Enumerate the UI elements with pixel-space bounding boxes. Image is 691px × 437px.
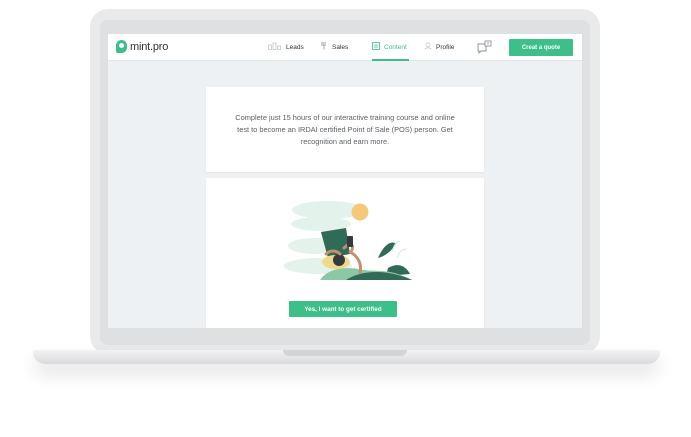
active-tab-indicator — [372, 59, 409, 61]
nav-label-content: Content — [384, 43, 407, 51]
logo-text: mint.pro — [130, 40, 169, 53]
logo[interactable]: mint.pro — [116, 40, 168, 53]
info-text: Complete just 15 hours of our interactiv… — [235, 112, 455, 146]
nav-item-sales[interactable]: Sales — [320, 42, 348, 52]
nav-label-sales: Sales — [332, 43, 349, 51]
top-navbar: mint.pro Leads Sales Content Profile Cre… — [108, 34, 582, 61]
sales-icon — [320, 42, 328, 52]
nav-label-leads: Leads — [286, 43, 304, 51]
leads-icon — [268, 42, 282, 52]
logo-icon — [116, 40, 127, 53]
create-quote-button[interactable]: Creat a quote — [509, 39, 573, 56]
info-card: Complete just 15 hours of our interactiv… — [206, 87, 484, 172]
profile-icon — [424, 42, 432, 52]
content-icon — [372, 42, 380, 52]
nav-item-profile[interactable]: Profile — [424, 42, 454, 52]
notification-bell-icon[interactable] — [477, 40, 492, 55]
person-reading-phone-illustration — [284, 201, 412, 280]
laptop-notch — [283, 350, 407, 356]
nav-item-leads[interactable]: Leads — [268, 42, 304, 52]
app-screen: mint.pro Leads Sales Content Profile Cre… — [108, 34, 582, 328]
certification-card: Yes, I want to get certified — [206, 178, 484, 328]
nav-label-profile: Profile — [436, 43, 455, 51]
get-certified-button[interactable]: Yes, I want to get certified — [289, 301, 397, 317]
nav-item-content[interactable]: Content — [372, 42, 407, 52]
